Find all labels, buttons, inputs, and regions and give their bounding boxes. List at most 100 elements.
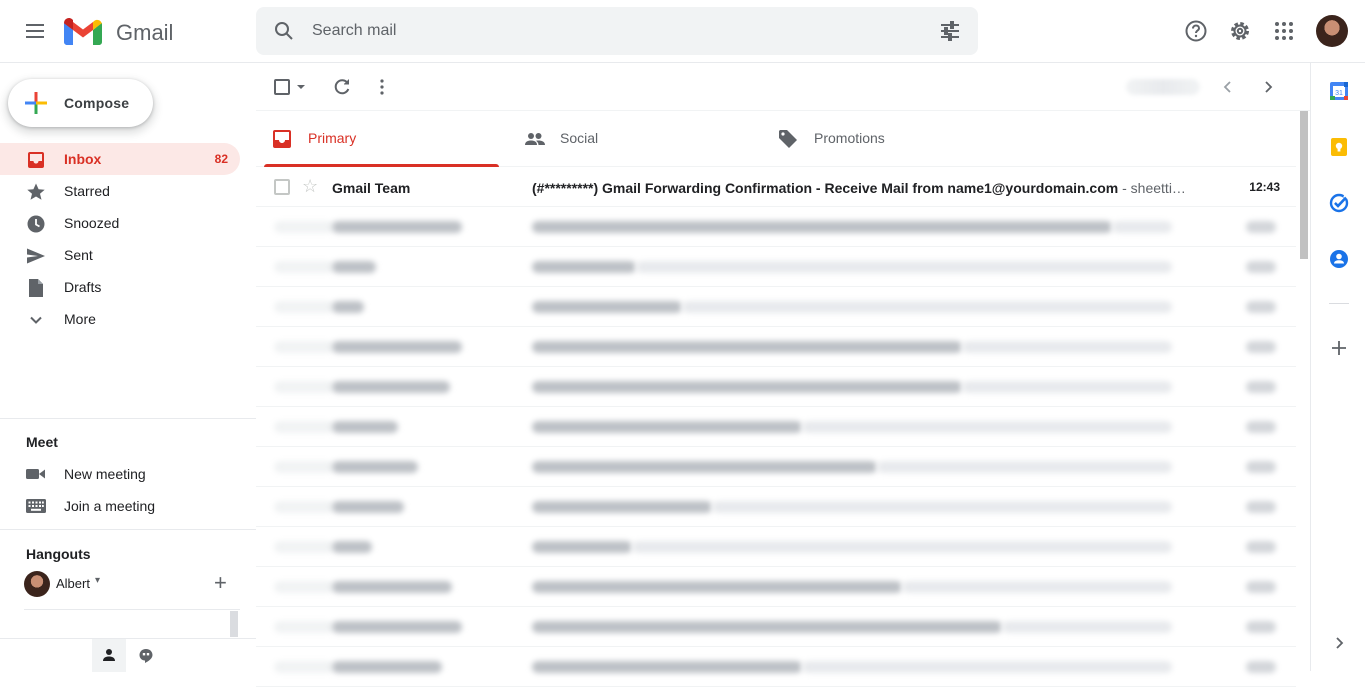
hangouts-section-title: Hangouts — [26, 546, 91, 562]
search-options-icon[interactable] — [938, 19, 962, 43]
more-vert-icon[interactable] — [374, 77, 394, 97]
email-row-obscured[interactable] — [256, 367, 1296, 407]
blurred-sender — [332, 581, 452, 593]
chevron-left-icon[interactable] — [1218, 77, 1238, 97]
nav-label: Snoozed — [64, 215, 120, 231]
row-checkbox[interactable] — [274, 179, 290, 195]
select-all-checkbox[interactable] — [274, 79, 290, 95]
hangouts-avatar[interactable] — [24, 571, 50, 597]
search-bar[interactable] — [256, 7, 978, 55]
hangouts-scrollbar[interactable] — [230, 611, 238, 637]
category-tabs: Primary Social Promotions — [256, 111, 1296, 167]
caret-down-icon[interactable]: ▾ — [95, 575, 100, 586]
email-row-obscured[interactable] — [256, 207, 1296, 247]
join-meeting-item[interactable]: Join a meeting — [0, 490, 240, 522]
blurred-subject — [532, 501, 712, 513]
email-row[interactable]: ☆ Gmail Team (#*********) Gmail Forwardi… — [256, 167, 1296, 207]
new-meeting-item[interactable]: New meeting — [0, 458, 240, 490]
email-row-obscured[interactable] — [256, 407, 1296, 447]
gmail-logo-icon[interactable] — [64, 17, 102, 45]
blurred-time — [1246, 661, 1276, 673]
contacts-tab[interactable] — [92, 639, 126, 672]
side-panel: 31 — [1310, 63, 1365, 671]
send-icon — [27, 248, 45, 264]
email-row-obscured[interactable] — [256, 327, 1296, 367]
blurred-time — [1246, 421, 1276, 433]
email-row-obscured[interactable] — [256, 647, 1296, 687]
blurred-sender — [332, 541, 372, 553]
blurred-time — [1246, 261, 1276, 273]
chevron-right-icon[interactable] — [1258, 77, 1278, 97]
email-row-obscured[interactable] — [256, 527, 1296, 567]
email-sender: Gmail Team — [332, 180, 411, 196]
blurred-time — [1246, 461, 1276, 473]
add-contact-icon[interactable]: + — [214, 572, 227, 594]
blurred-snippet — [962, 381, 1172, 393]
email-row-obscured[interactable] — [256, 607, 1296, 647]
email-row-obscured[interactable] — [256, 247, 1296, 287]
meet-label: New meeting — [64, 466, 146, 482]
meet-label: Join a meeting — [64, 498, 156, 514]
account-avatar[interactable] — [1316, 15, 1348, 47]
email-row-obscured[interactable] — [256, 567, 1296, 607]
tab-primary[interactable]: Primary — [256, 111, 499, 167]
email-subject: (#*********) Gmail Forwarding Confirmati… — [532, 180, 1119, 196]
blurred-sender — [332, 221, 462, 233]
hangouts-chat-icon[interactable] — [138, 648, 154, 664]
blurred-snippet — [632, 541, 1172, 553]
calendar-icon[interactable]: 31 — [1329, 81, 1349, 101]
star-icon — [27, 183, 45, 200]
settings-icon[interactable] — [1227, 18, 1253, 44]
add-addon-icon[interactable] — [1329, 338, 1349, 358]
nav-label: Sent — [64, 247, 93, 263]
star-outline-icon[interactable]: ☆ — [302, 176, 318, 197]
search-icon[interactable] — [272, 19, 296, 43]
email-row-obscured[interactable] — [256, 447, 1296, 487]
nav-item-more[interactable]: More — [0, 303, 240, 335]
blurred-sender — [332, 421, 398, 433]
nav-label: Inbox — [64, 151, 102, 167]
main-content: Primary Social Promotions ☆ Gmail Team (… — [256, 63, 1310, 687]
main-scrollbar[interactable] — [1298, 111, 1310, 671]
compose-button[interactable]: Compose — [8, 79, 153, 127]
blurred-sender — [332, 341, 462, 353]
blurred-controls — [274, 661, 334, 673]
compose-label: Compose — [64, 95, 130, 111]
tab-promotions[interactable]: Promotions — [762, 111, 998, 167]
blurred-snippet — [1002, 621, 1172, 633]
main-menu-icon[interactable] — [22, 18, 48, 44]
nav-item-drafts[interactable]: Drafts — [0, 271, 240, 303]
blurred-snippet — [802, 421, 1172, 433]
nav-item-inbox[interactable]: Inbox 82 — [0, 143, 240, 175]
app-name[interactable]: Gmail — [116, 20, 173, 46]
tab-social[interactable]: Social — [508, 111, 744, 167]
blurred-controls — [274, 501, 334, 513]
email-row-obscured[interactable] — [256, 487, 1296, 527]
nav-item-snoozed[interactable]: Snoozed — [0, 207, 240, 239]
keyboard-icon — [26, 499, 46, 513]
meet-section-title: Meet — [26, 434, 58, 450]
nav-item-sent[interactable]: Sent — [0, 239, 240, 271]
refresh-icon[interactable] — [332, 77, 352, 97]
help-icon[interactable] — [1183, 18, 1209, 44]
apps-icon[interactable] — [1271, 18, 1297, 44]
blurred-time — [1246, 501, 1276, 513]
video-icon — [26, 469, 45, 479]
show-side-panel-icon[interactable] — [1329, 633, 1349, 653]
blurred-controls — [274, 301, 334, 313]
blurred-subject — [532, 541, 632, 553]
blurred-snippet — [682, 301, 1172, 313]
blurred-controls — [274, 381, 334, 393]
tasks-icon[interactable] — [1329, 193, 1349, 213]
nav-item-starred[interactable]: Starred — [0, 175, 240, 207]
sidebar: Compose Inbox 82 Starred Snoozed Sent Dr… — [0, 63, 256, 672]
search-input[interactable] — [312, 7, 912, 55]
select-dropdown-icon[interactable] — [297, 85, 305, 89]
keep-icon[interactable] — [1329, 137, 1349, 157]
blurred-controls — [274, 461, 334, 473]
contacts-icon[interactable] — [1329, 249, 1349, 269]
email-snippet: - sheetti… — [1118, 180, 1186, 196]
email-row-obscured[interactable] — [256, 287, 1296, 327]
hangouts-user-name[interactable]: Albert — [56, 576, 90, 591]
scrollbar-thumb[interactable] — [1300, 111, 1308, 259]
